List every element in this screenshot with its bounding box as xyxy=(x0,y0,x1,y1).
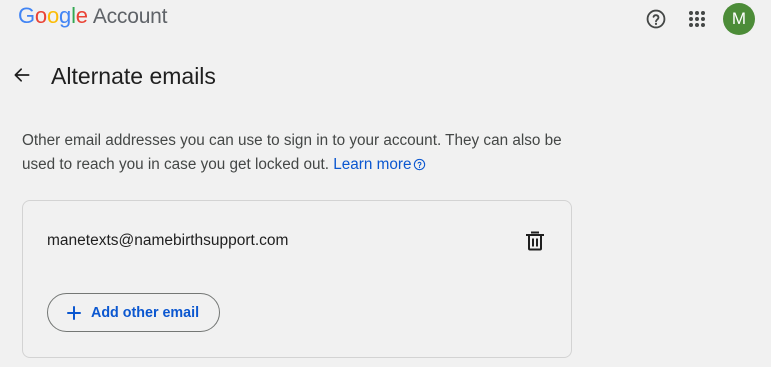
add-other-email-label: Add other email xyxy=(91,304,200,321)
help-circle-icon xyxy=(414,158,426,171)
avatar-initial: M xyxy=(731,9,747,28)
product-name: Account xyxy=(92,5,168,28)
learn-more-label: Learn more xyxy=(333,156,412,173)
arrow-left-icon xyxy=(14,68,30,82)
add-other-email-button[interactable]: Add other email xyxy=(47,293,220,332)
logo-letter: o xyxy=(34,3,47,28)
page-title: Alternate emails xyxy=(51,63,216,89)
logo-letter: G xyxy=(18,3,35,28)
logo-letter: e xyxy=(75,3,88,28)
learn-more-link[interactable]: Learn more xyxy=(333,156,426,173)
delete-email-button[interactable] xyxy=(524,230,546,252)
logo-letter: o xyxy=(46,3,60,28)
help-button[interactable] xyxy=(642,5,670,33)
plus-icon xyxy=(67,305,81,320)
google-account-logo[interactable]: Google Account xyxy=(18,3,167,29)
alternate-email-card: manetexts@namebirthsupport.com Add other… xyxy=(22,200,572,358)
trash-icon xyxy=(526,231,544,251)
logo-letter: g xyxy=(59,3,72,28)
avatar[interactable]: M xyxy=(723,3,755,35)
description-text: Other email addresses you can use to sig… xyxy=(22,132,562,173)
back-button[interactable] xyxy=(10,63,34,87)
apps-grid-icon xyxy=(689,11,705,27)
top-bar: Google Account M xyxy=(0,0,771,35)
top-icons: M xyxy=(642,3,755,35)
page-description: Other email addresses you can use to sig… xyxy=(22,129,582,177)
help-circle-icon xyxy=(646,9,666,29)
apps-button[interactable] xyxy=(683,5,711,33)
alternate-email-value: manetexts@namebirthsupport.com xyxy=(47,232,289,249)
